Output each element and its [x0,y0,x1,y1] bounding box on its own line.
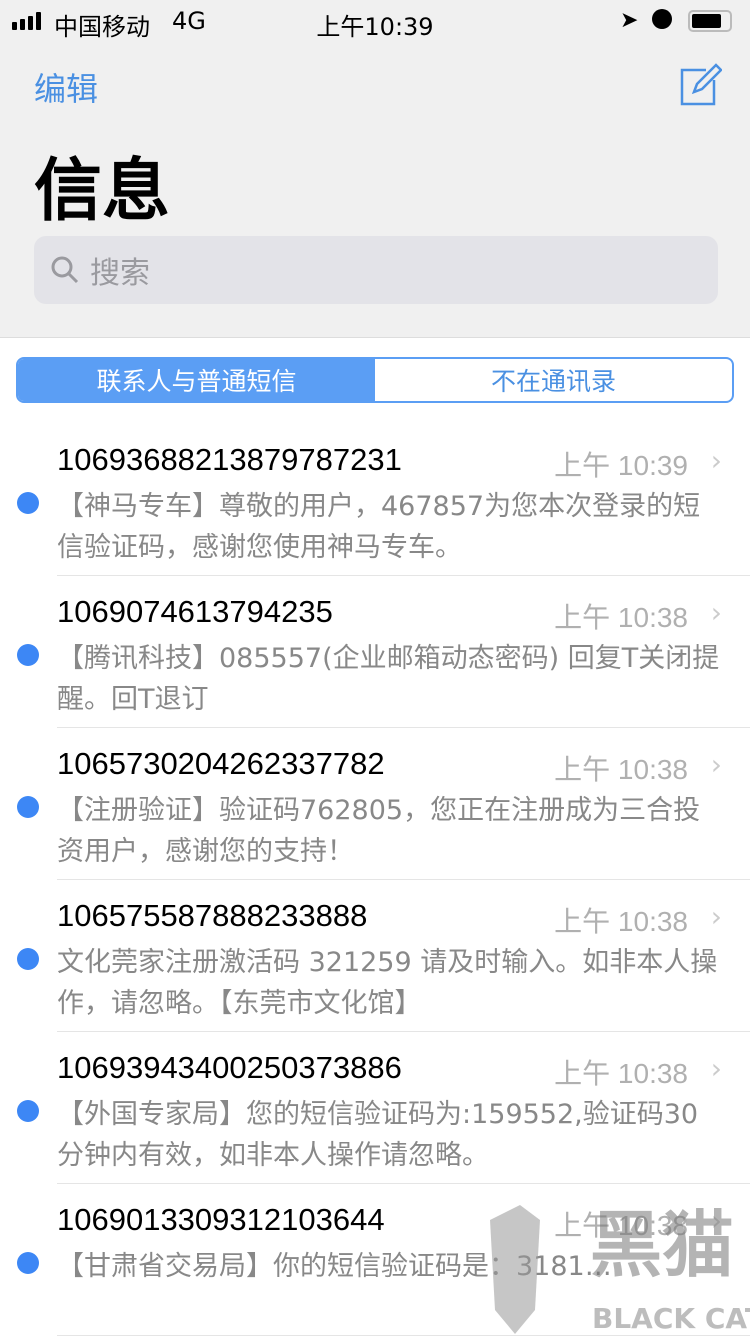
unread-dot-icon [17,644,39,666]
chevron-right-icon: › [710,900,722,933]
sender: 106936882138797872​31 [57,442,402,477]
search-icon [51,256,79,284]
message-time: 上午 10:39 [554,450,688,481]
message-time: 上午 10:38 [554,1058,688,1089]
sender: 1069074613794235 [57,594,333,629]
unread-dot-icon [17,1252,39,1274]
search-placeholder: 搜索 [90,256,150,291]
sender: 1065730204262337782 [57,746,385,781]
segmented-control: 联系人与普通短信 不在通讯录 [16,357,734,403]
sender: 1069013309312103644 [57,1202,385,1237]
status-bar: 中国移动 4G 上午10:39 ➤ [0,0,750,41]
unread-dot-icon [17,492,39,514]
tab-contacts[interactable]: 联系人与普通短信 [18,359,375,401]
tab-unknown-senders[interactable]: 不在通讯录 [375,359,732,401]
message-row[interactable]: 1065755878882338​88 上午 10:38 › 文化莞家注册激活码… [0,880,750,1032]
search-input[interactable]: 搜索 [34,236,718,304]
message-time: 上午 10:38 [554,906,688,937]
message-preview: 【腾讯科技】085557(企业邮箱动态密码) 回复T关闭提醒。回T退订 [57,643,720,715]
message-preview: 【外国专家局】您的短信验证码为:159552,验证码30分钟内有效，如非本人操作… [57,1099,699,1171]
message-preview: 【注册验证】验证码762805，您正在注册成为三合投资用户，感谢您的支持！ [57,795,701,867]
unread-dot-icon [17,948,39,970]
message-row[interactable]: 1069394340025037​3886 上午 10:38 › 【外国专家局】… [0,1032,750,1184]
watermark-logo: 黑猫 BLACK CAT [490,1203,750,1334]
battery-icon [688,10,732,32]
header: 中国移动 4G 上午10:39 ➤ 编辑 信息 搜索 [0,0,750,338]
svg-text:BLACK CAT: BLACK CAT [592,1302,750,1334]
alarm-icon [652,9,672,29]
page-title: 信息 [34,152,171,231]
message-row[interactable]: 1069074613794235 上午 10:38 › 【腾讯科技】085557… [0,576,750,728]
chevron-right-icon: › [710,444,722,477]
message-time: 上午 10:38 [554,754,688,785]
sender: 1065755878882338​88 [57,898,368,933]
sender: 1069394340025037​3886 [57,1050,402,1085]
message-preview: 【神马专车】尊敬的用户，467857为您本次登录的短信验证码，感谢您使用神马专车… [57,491,701,563]
compose-icon[interactable] [680,62,722,106]
chevron-right-icon: › [710,596,722,629]
message-row[interactable]: 106936882138797872​31 上午 10:39 › 【神马专车】尊… [0,424,750,576]
location-icon: ➤ [620,8,639,33]
edit-button[interactable]: 编辑 [34,64,98,110]
svg-text:黑猫: 黑猫 [590,1203,734,1287]
message-row[interactable]: 1065730204262337782 上午 10:38 › 【注册验证】验证码… [0,728,750,880]
message-time: 上午 10:38 [554,602,688,633]
chevron-right-icon: › [710,748,722,781]
message-preview: 文化莞家注册激活码 321259 请及时输入。如非本人操作，请忽略。【东莞市文化… [57,947,718,1019]
chevron-right-icon: › [710,1052,722,1085]
unread-dot-icon [17,1100,39,1122]
unread-dot-icon [17,796,39,818]
